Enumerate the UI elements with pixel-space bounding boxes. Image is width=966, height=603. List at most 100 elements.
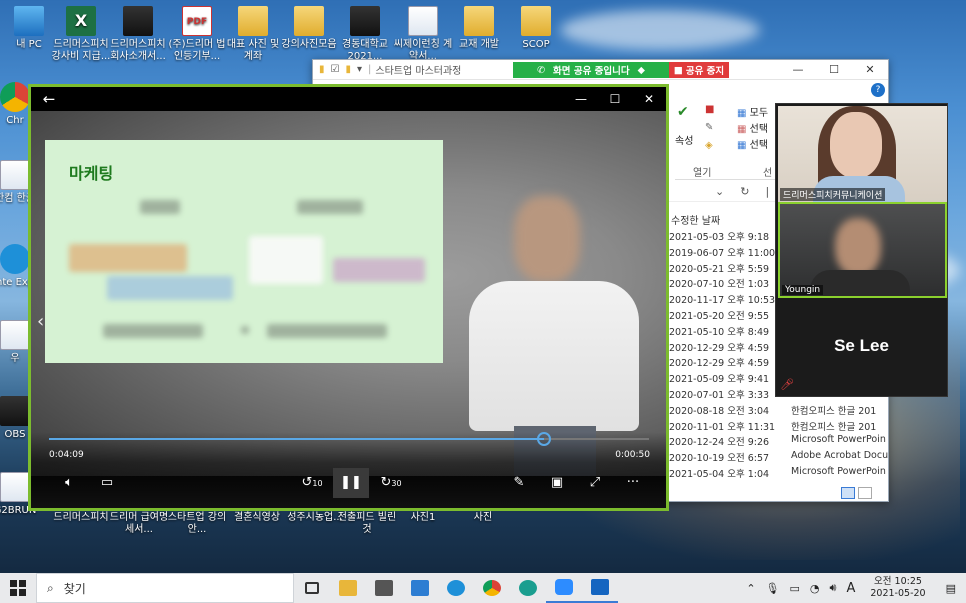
zoom-participants-panel[interactable]: 드리머스피치커뮤니케이션 Youngin Se Lee 🎤︎ (775, 103, 948, 397)
invert-selection-button[interactable]: ▦ 선택 (737, 136, 768, 151)
task-view-icon[interactable] (294, 573, 330, 603)
captions-icon[interactable]: ▭ (89, 468, 125, 498)
desktop-icon[interactable]: 전출피드 빌린것 (336, 512, 398, 536)
large-icons-view-icon[interactable] (858, 487, 872, 499)
desktop-icon[interactable]: 드리머스피치 (50, 512, 112, 524)
desktop-icon[interactable]: X 드리머스피치 강사비 지급... (50, 6, 112, 63)
properties-button[interactable]: 속성 (675, 132, 693, 147)
desktop-icon[interactable]: 사진 (452, 512, 514, 524)
checkbox-icon[interactable]: ☑ (331, 64, 340, 75)
participant-name: 드리머스피치커뮤니케이션 (780, 188, 886, 201)
system-tray: ⌃ 🎙︎ ▭ ◔ 🔊︎ A 오전 10:25 2021-05-20 ▤ (741, 573, 966, 603)
stop-share-button[interactable]: ■ 공유 중지 (669, 62, 729, 78)
file-modified-date: 2021-05-20 오전 9:55 (669, 310, 770, 322)
details-view-icon[interactable] (841, 487, 855, 499)
microphone-icon[interactable]: 🎙︎ (761, 582, 785, 595)
desktop-icon[interactable]: 경동대학교 2021... (334, 6, 396, 63)
desktop-icon-label: 결혼식영상 (234, 512, 280, 523)
help-icon[interactable]: ? (871, 83, 885, 97)
chevron-down-icon[interactable]: ▾ (357, 64, 362, 75)
minimize-button[interactable]: — (780, 60, 816, 80)
back-arrow-icon[interactable]: ← (31, 90, 67, 108)
skip-back-button[interactable]: ↺10 (294, 468, 330, 498)
taskbar: ⌕ 찾기 ⌃ 🎙︎ ▭ ◔ 🔊︎ A 오전 10:25 2021-05-20 ▤ (0, 573, 966, 603)
chrome-icon (0, 82, 30, 112)
folder-icon (521, 6, 551, 36)
seek-bar[interactable] (49, 432, 649, 446)
desktop-icon[interactable]: 결혼식영상 (226, 512, 288, 524)
file-row[interactable]: 2020-08-18 오전 3:04 한컴오피스 한글 201 (669, 403, 889, 419)
video-player-window[interactable]: ← — ☐ ✕ 마케팅 ‹ 0:04:09 0:00:50 🔈︎ ▭ ↺10 ❚… (28, 84, 669, 511)
refresh-icon[interactable]: ↻ (740, 185, 749, 198)
zoom-taskbar-icon[interactable] (546, 573, 582, 603)
pdf-icon[interactable]: ■ (705, 104, 714, 115)
file-row[interactable]: 2020-10-19 오전 6:57 Adobe Acrobat Docu (669, 450, 889, 466)
desktop-icon[interactable]: 대표 사진 및 계좌 (222, 6, 284, 63)
checkmark-icon[interactable]: ✔ (677, 104, 689, 120)
desktop-icon[interactable]: 교재 개발 (448, 6, 510, 51)
close-button[interactable]: ✕ (632, 87, 666, 111)
mail-taskbar-icon[interactable] (402, 573, 438, 603)
close-button[interactable]: ✕ (852, 60, 888, 80)
edge-taskbar-icon[interactable] (510, 573, 546, 603)
edit-icon[interactable]: ✎ (501, 468, 537, 498)
dark-icon (350, 6, 380, 36)
volume-icon[interactable]: 🔈︎ (51, 468, 87, 498)
file-row[interactable]: 2020-11-01 오후 11:31 한컴오피스 한글 201 (669, 419, 889, 435)
doc-icon (0, 160, 30, 190)
desktop-icon[interactable]: PDF (주)드리머 법인등기부... (166, 6, 228, 63)
file-explorer-taskbar-icon[interactable] (330, 573, 366, 603)
battery-icon[interactable]: ▭ (785, 582, 805, 595)
ie-taskbar-icon[interactable] (438, 573, 474, 603)
chevron-up-icon[interactable]: ⌃ (741, 582, 760, 595)
network-icon[interactable]: ◔ (805, 582, 825, 595)
video-player-taskbar-icon[interactable] (582, 573, 618, 603)
minimize-button[interactable]: — (564, 87, 598, 111)
clock[interactable]: 오전 10:25 2021-05-20 (860, 576, 935, 600)
file-row[interactable]: 2021-05-04 오후 1:04 Microsoft PowerPoin (669, 466, 889, 482)
desktop-icon[interactable]: 사진1 (392, 512, 454, 524)
chevron-left-icon[interactable]: ‹ (37, 311, 44, 332)
store-taskbar-icon[interactable] (366, 573, 402, 603)
start-button[interactable] (0, 573, 36, 603)
participant-tile[interactable]: Youngin (778, 202, 947, 298)
chevron-down-icon[interactable]: ⌄ (715, 185, 724, 198)
seek-bar-handle[interactable] (537, 432, 551, 446)
fullscreen-icon[interactable]: ⤢ (577, 468, 613, 498)
maximize-button[interactable]: ☐ (816, 60, 852, 80)
select-none-button[interactable]: ▦ 선택 (737, 120, 768, 135)
participant-tile[interactable]: 드리머스피치커뮤니케이션 (778, 106, 947, 202)
volume-icon[interactable]: 🔊︎ (825, 581, 842, 595)
desktop-icon[interactable]: 강의사진모음 (278, 6, 340, 51)
file-modified-date: 2021-05-03 오후 9:18 (669, 232, 770, 243)
maximize-button[interactable]: ☐ (598, 87, 632, 111)
ime-indicator[interactable]: A (841, 581, 860, 596)
pause-button[interactable]: ❚❚ (333, 468, 369, 498)
view-toggle (841, 487, 872, 499)
mini-view-icon[interactable]: ▣ (539, 468, 575, 498)
select-all-button[interactable]: ▦ 모두 (737, 104, 768, 119)
history-icon[interactable]: ◈ (705, 140, 713, 151)
desktop-icon[interactable]: 스타트업 강의안... (166, 512, 228, 536)
taskbar-search[interactable]: ⌕ 찾기 (36, 573, 294, 603)
desktop-icon[interactable]: 드리머 급여명세서... (108, 512, 170, 536)
desktop-icon[interactable]: 드리머스피치 회사소개서... (107, 6, 169, 63)
video-frame[interactable]: 마케팅 ‹ (31, 111, 666, 476)
skip-back-label: 10 (312, 479, 323, 488)
edit-icon[interactable]: ✎ (705, 122, 713, 133)
desktop-icon[interactable]: 씨제이런칭 계약서... (392, 6, 454, 63)
chrome-taskbar-icon[interactable] (474, 573, 510, 603)
folder-icon (238, 6, 268, 36)
file-modified-date: 2020-07-01 오후 3:33 (669, 389, 770, 401)
blurred-text (140, 200, 180, 214)
more-options-icon[interactable]: ··· (615, 468, 651, 498)
notification-icon[interactable]: ▤ (936, 582, 966, 595)
desktop-icon[interactable]: SCOP (505, 6, 567, 51)
blurred-text (241, 326, 249, 334)
phone-icon: ✆ (537, 64, 546, 76)
search-input[interactable]: | (765, 185, 769, 198)
skip-forward-button[interactable]: ↻30 (373, 468, 409, 498)
file-row[interactable]: 2020-12-24 오전 9:26 Microsoft PowerPoin (669, 434, 889, 450)
participant-face (830, 112, 882, 178)
player-controls: 0:04:09 0:00:50 🔈︎ ▭ ↺10 ❚❚ ↻30 ✎ ▣ ⤢ ··… (31, 432, 666, 508)
